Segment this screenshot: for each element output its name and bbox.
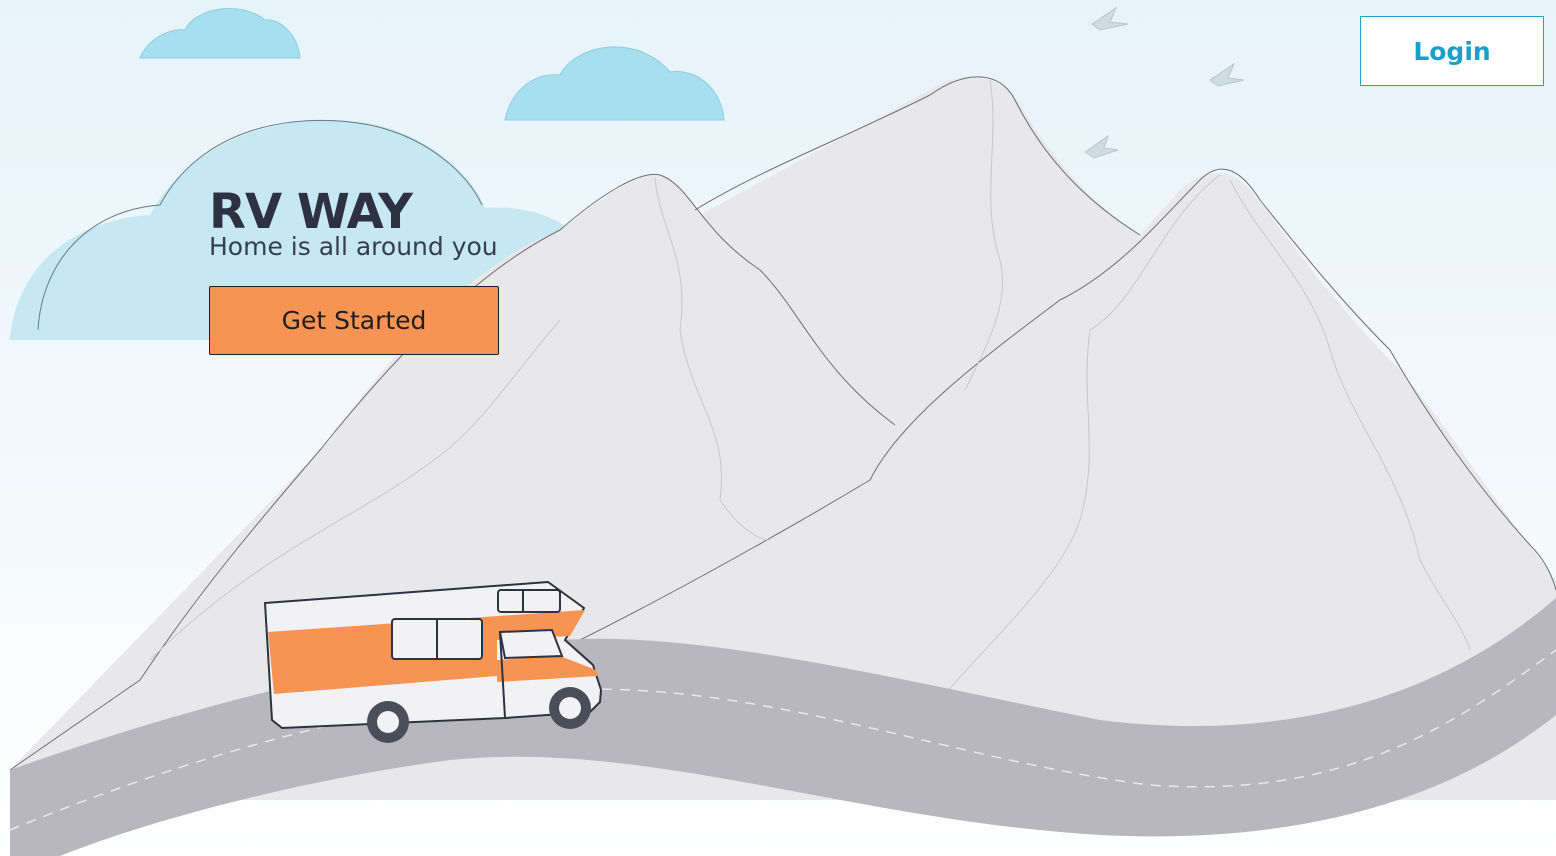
site-title: RV WAY <box>209 184 413 240</box>
get-started-button[interactable]: Get Started <box>209 286 499 355</box>
hero-section: RV WAY Home is all around you <box>209 186 498 262</box>
login-button[interactable]: Login <box>1360 16 1544 86</box>
site-tagline: Home is all around you <box>209 232 498 261</box>
bird-icon <box>1084 6 1245 159</box>
cloud-top-center <box>504 46 725 121</box>
cloud-small-top-left <box>139 8 301 59</box>
landscape-illustration <box>9 6 1556 856</box>
